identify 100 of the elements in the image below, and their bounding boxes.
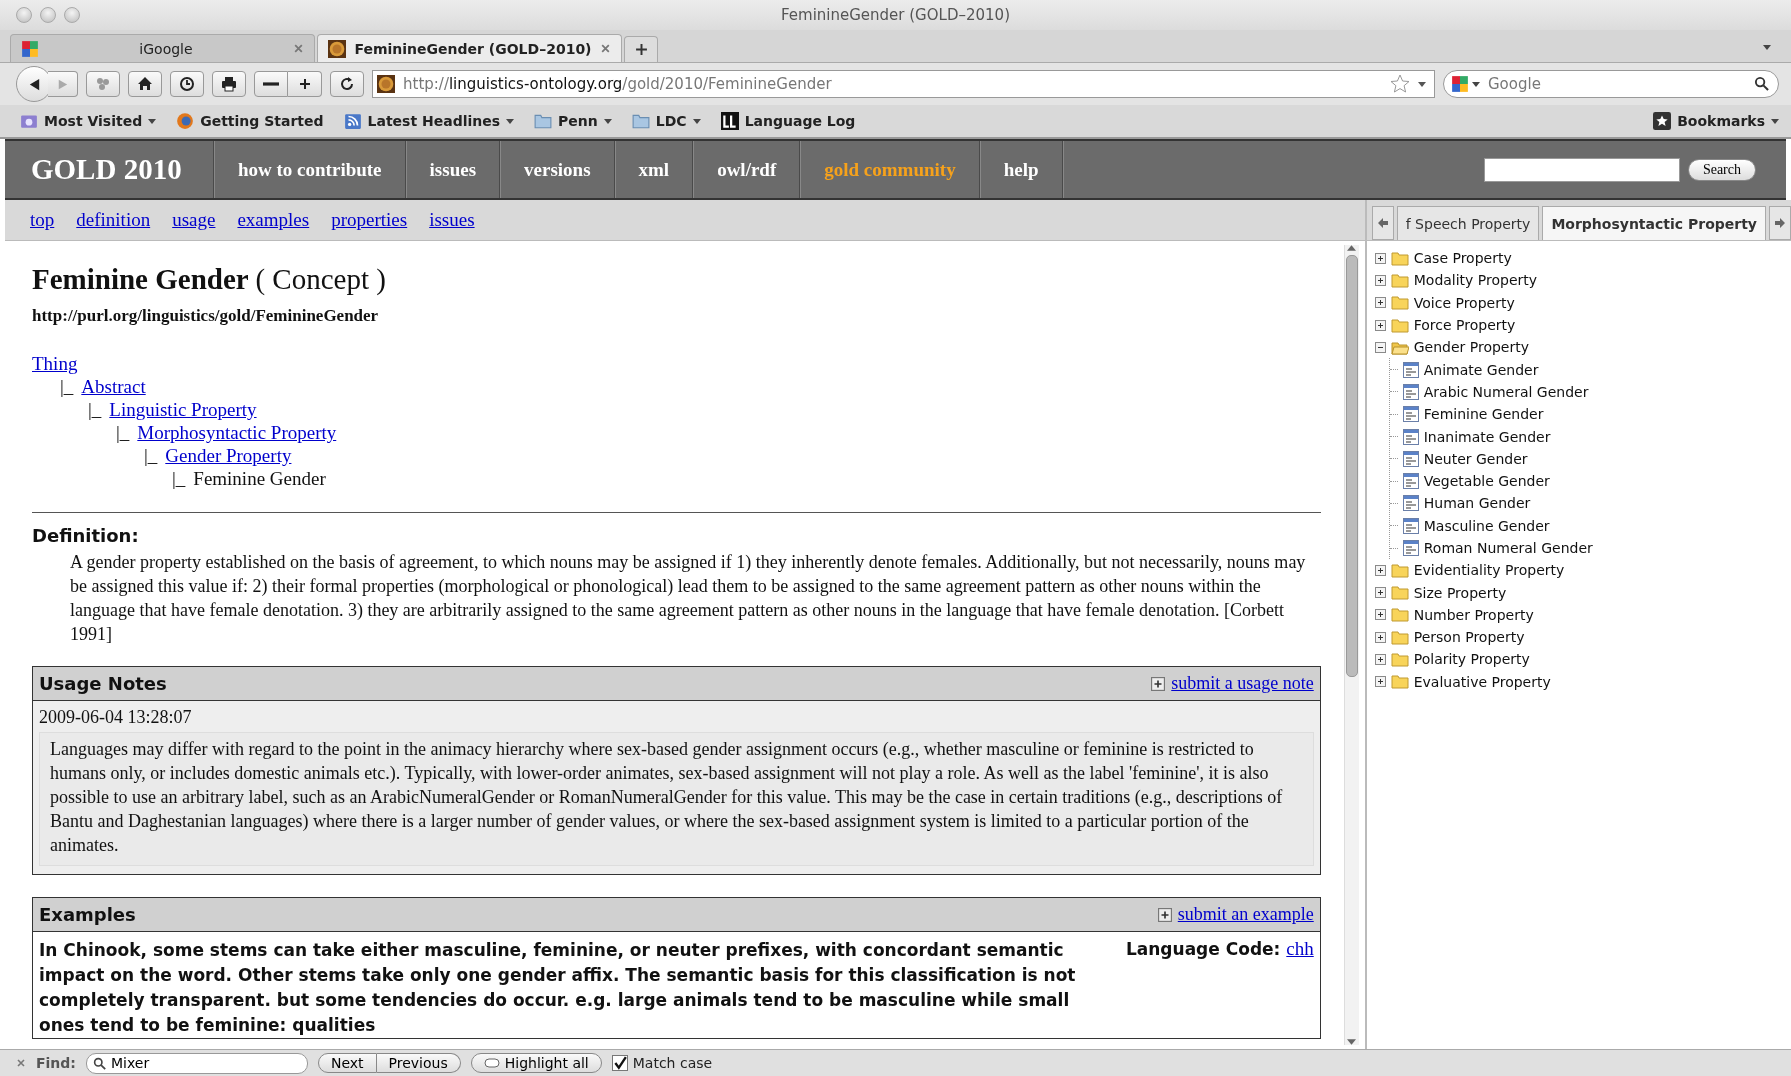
panel-tab[interactable]: Morphosyntactic Property [1542, 206, 1766, 240]
tree-item[interactable]: Voice Property [1413, 294, 1515, 311]
tree-item[interactable]: Masculine Gender [1423, 517, 1550, 534]
expand-icon[interactable] [1374, 319, 1386, 331]
tree-item[interactable]: Gender Property [1413, 339, 1529, 356]
browser-tab[interactable]: iGoogle [10, 34, 315, 62]
home-icon [137, 76, 153, 92]
document-icon [1402, 495, 1419, 512]
find-field[interactable]: Mixer [85, 1052, 308, 1074]
bookmark-item[interactable]: Penn [534, 112, 612, 130]
nav-link[interactable]: issues [405, 141, 501, 198]
expand-icon[interactable] [1374, 587, 1386, 599]
history-button[interactable] [170, 71, 204, 97]
document-icon [1402, 450, 1419, 467]
section-link[interactable]: usage [172, 209, 216, 231]
section-link[interactable]: definition [76, 209, 151, 231]
tree-item[interactable]: Person Property [1413, 629, 1525, 646]
hierarchy-link[interactable]: Thing [32, 352, 78, 375]
print-button[interactable] [212, 71, 246, 97]
expand-icon[interactable] [1374, 631, 1386, 643]
nav-link[interactable]: xml [614, 141, 694, 198]
scroll-left-button[interactable] [1371, 206, 1394, 240]
expand-icon[interactable] [1374, 297, 1386, 309]
down-arrow-icon[interactable] [1347, 1039, 1357, 1045]
hierarchy-link[interactable]: Linguistic Property [109, 398, 257, 421]
star-icon[interactable] [1390, 74, 1410, 94]
bookmark-item[interactable]: Language Log [720, 112, 856, 130]
expand-icon[interactable] [1374, 564, 1386, 576]
checkbox-label[interactable]: Match case [632, 1055, 713, 1071]
new-tab-button[interactable] [624, 36, 658, 62]
tree-item[interactable]: Roman Numeral Gender [1423, 540, 1593, 556]
find-button[interactable]: Previous [376, 1053, 461, 1073]
panel-tab[interactable]: f Speech Property [1396, 206, 1540, 240]
expand-icon[interactable] [1374, 654, 1386, 665]
scrollbar[interactable] [1343, 245, 1359, 1045]
bookmarks-menu[interactable]: Bookmarks [1653, 112, 1779, 130]
caret-icon[interactable] [1418, 81, 1426, 87]
site-logo-text[interactable]: GOLD 2010 [5, 141, 214, 198]
tree-item[interactable]: Inanimate Gender [1423, 428, 1551, 445]
tree-item[interactable]: Neuter Gender [1423, 450, 1528, 467]
section-link[interactable]: issues [429, 209, 475, 231]
search-field[interactable]: Google [1443, 70, 1779, 98]
expand-icon[interactable] [1374, 676, 1386, 688]
nav-link[interactable]: how to contribute [214, 141, 406, 198]
bookmark-item[interactable]: Getting Started [176, 112, 324, 130]
tree-item[interactable]: Evaluative Property [1413, 673, 1551, 690]
expand-icon[interactable] [1374, 252, 1386, 264]
close-icon[interactable] [293, 43, 304, 54]
folder-icon [1390, 317, 1409, 333]
language-code-link[interactable]: chh [1286, 938, 1314, 959]
bookmark-item[interactable]: Latest Headlines [343, 112, 515, 130]
highlight-all-button[interactable]: Highlight all [470, 1053, 602, 1073]
zoom-in-button[interactable] [288, 71, 322, 97]
expand-icon[interactable] [1374, 274, 1386, 286]
tree-item[interactable]: Vegetable Gender [1423, 473, 1550, 490]
up-arrow-icon[interactable] [1347, 245, 1357, 251]
nav-link[interactable]: help [979, 141, 1063, 198]
hierarchy-link[interactable]: Abstract [81, 375, 146, 398]
gear-folder-icon [20, 112, 38, 130]
scroll-right-button[interactable] [1769, 206, 1791, 240]
bookmark-item[interactable]: LDC [631, 112, 701, 130]
reload-button[interactable] [330, 71, 364, 97]
submit-link[interactable]: submit an example [1177, 904, 1314, 925]
tree-item[interactable]: Size Property [1413, 584, 1507, 601]
tree-item[interactable]: Number Property [1413, 606, 1534, 623]
hierarchy-link[interactable]: Morphosyntactic Property [137, 421, 337, 444]
section-link[interactable]: examples [237, 209, 310, 231]
nav-link[interactable]: versions [500, 141, 615, 198]
nav-link[interactable]: owl/rdf [693, 141, 801, 198]
search-button[interactable]: Search [1687, 158, 1756, 181]
hierarchy-link[interactable]: Gender Property [165, 444, 292, 467]
site-search-field[interactable] [1483, 157, 1680, 182]
folder-icon [631, 112, 650, 130]
tree-item[interactable]: Evidentiality Property [1413, 562, 1565, 579]
close-icon[interactable] [16, 1058, 26, 1068]
section-link[interactable]: top [30, 209, 55, 231]
expand-icon[interactable] [1374, 609, 1386, 621]
bookmark-item[interactable]: Most Visited [20, 112, 157, 130]
close-icon[interactable] [600, 43, 611, 54]
tree-item[interactable]: Modality Property [1413, 272, 1538, 289]
section-link[interactable]: properties [331, 209, 408, 231]
tree-item[interactable]: Polarity Property [1413, 651, 1530, 668]
tree-item[interactable]: Force Property [1413, 317, 1516, 334]
address-bar[interactable]: http://linguistics-ontology.org/gold/2010/FeminineGender [372, 70, 1435, 98]
tree-item[interactable]: Human Gender [1423, 495, 1531, 512]
toolbar-button[interactable] [86, 71, 120, 97]
tree-item[interactable]: Arabic Numeral Gender [1423, 383, 1589, 400]
tree-item[interactable]: Feminine Gender [1423, 406, 1544, 423]
collapse-icon[interactable] [1374, 341, 1386, 353]
browser-tab[interactable]: FeminineGender (GOLD–2010) [317, 34, 622, 62]
caret-icon[interactable] [1472, 82, 1480, 87]
tab-list-caret-icon[interactable] [1763, 45, 1771, 50]
tree-item[interactable]: Animate Gender [1423, 361, 1539, 378]
submit-link[interactable]: submit a usage note [1171, 673, 1314, 694]
checkbox[interactable] [611, 1055, 628, 1071]
tree-item[interactable]: Case Property [1413, 250, 1512, 267]
zoom-out-button[interactable] [254, 71, 288, 97]
find-button[interactable]: Next [317, 1053, 377, 1073]
home-button[interactable] [128, 71, 162, 97]
colored-squares-icon[interactable] [1451, 75, 1469, 93]
